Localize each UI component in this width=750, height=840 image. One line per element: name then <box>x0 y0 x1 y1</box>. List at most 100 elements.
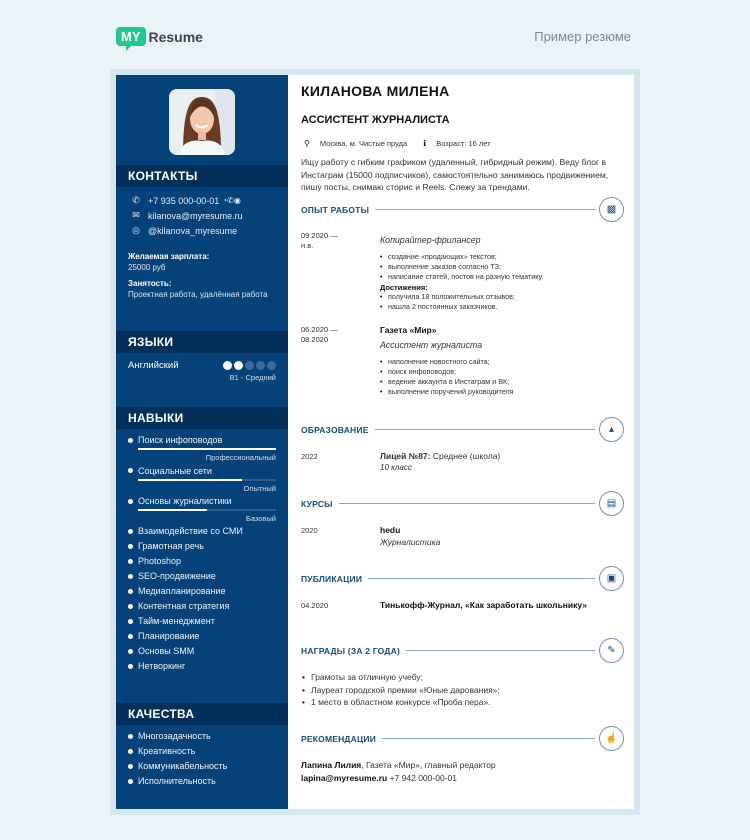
divider <box>406 650 595 651</box>
document-icon: ▤ <box>599 491 624 516</box>
contact-email[interactable]: ✉ kilanova@myresume.ru <box>130 210 242 221</box>
profile-photo <box>169 89 235 155</box>
skill-name: SEO-продвижение <box>138 571 216 581</box>
quality-name: Многозадачность <box>138 731 211 741</box>
bullet-icon <box>128 618 133 624</box>
main-content: КИЛАНОВА МИЛЕНА АССИСТЕНТ ЖУРНАЛИСТА ⚲ М… <box>288 75 634 809</box>
education-title: ОБРАЗОВАНИЕ <box>301 424 369 435</box>
publications-title: ПУБЛИКАЦИИ <box>301 573 363 584</box>
summary-text: Ищу работу с гибким графиком (удаленный,… <box>301 157 609 192</box>
bullet-icon <box>128 558 133 564</box>
skill-item: Тайм-менеджмент <box>128 616 215 626</box>
person-icon: ℹ <box>423 139 427 148</box>
skill-name: Контентная стратегия <box>138 601 230 611</box>
duty-item: выполнение заказов согласно ТЗ; <box>380 262 620 272</box>
skill-name: Основы журналистики <box>138 496 232 506</box>
candidate-position: АССИСТЕНТ ЖУРНАЛИСТА <box>301 114 450 126</box>
courses-section-header: КУРСЫ ▤ <box>301 491 624 516</box>
briefcase-icon: ▩ <box>599 197 624 222</box>
bullet-icon <box>128 468 133 473</box>
skill-level-bar <box>138 448 276 450</box>
quality-name: Исполнительность <box>138 776 216 786</box>
qualities-heading: КАЧЕСТВА <box>116 703 288 725</box>
divider <box>374 429 595 430</box>
age-text: Возраст: 16 лет <box>436 139 491 148</box>
skill-name: Социальные сети <box>138 465 212 476</box>
award-item: Лауреат городской премии «Юные дарования… <box>301 684 500 697</box>
whatsapp-viber-telegram-icons[interactable]: ◔✆◉ <box>222 196 241 205</box>
reference-phone: +7 942 000-00-01 <box>387 772 457 783</box>
job-1-duties: создание «продающих» текстов;выполнение … <box>380 252 620 282</box>
skill-name: Нетворкинг <box>138 661 186 671</box>
rating-dot <box>223 361 232 370</box>
publication-date: 04.2020 <box>301 601 329 610</box>
skill-name: Грамотная речь <box>138 541 204 551</box>
employment-label: Занятость: <box>128 279 172 288</box>
phone-text: +7 935 000-00-01 <box>148 195 220 206</box>
quality-item: Коммуникабельность <box>128 761 227 771</box>
salary-label: Желаемая зарплата: <box>128 252 210 261</box>
employment-value: Проектная работа, удалённая работа <box>128 290 268 299</box>
bullet-icon <box>128 748 133 754</box>
job-2-dates: 06.2020 — 08.2020 <box>301 325 338 345</box>
job-2: Газета «Мир» Ассистент журналиста наполн… <box>380 325 620 397</box>
reference-email[interactable]: lapina@myresume.ru <box>301 773 387 783</box>
rated-skill: Основы журналистики <box>128 496 232 506</box>
education-section-header: ОБРАЗОВАНИЕ ▴ <box>301 417 624 442</box>
bullet-icon <box>128 778 133 784</box>
rating-dot <box>267 361 276 370</box>
skill-name: Планирование <box>138 631 200 641</box>
quality-name: Коммуникабельность <box>138 761 228 771</box>
bullet-icon <box>128 603 133 609</box>
job-1-role: Копирайтер-фрилансер <box>380 235 481 245</box>
job-2-duties: наполнение новостного сайта;поиск инфопо… <box>380 357 620 397</box>
mail-icon: ✉ <box>132 210 140 220</box>
rated-skill: Социальные сети <box>128 466 212 476</box>
rated-skill: Поиск инфоповодов <box>128 435 222 445</box>
course-org: hedu <box>380 525 401 535</box>
bullet-icon <box>128 633 133 639</box>
job-1-achievements: получила 18 положительных отзывов;нашла … <box>380 292 620 312</box>
publication-name: Тинькофф-Журнал, «Как заработать школьни… <box>380 600 588 610</box>
divider <box>368 578 595 579</box>
job-1-achievements-label: Достижения: <box>380 283 428 292</box>
award-item: Грамоты за отличную учебу; <box>301 671 500 684</box>
bullet-icon <box>128 733 133 739</box>
skill-item: Грамотная речь <box>128 541 204 551</box>
instagram-icon: ◎ <box>132 225 140 235</box>
candidate-name: КИЛАНОВА МИЛЕНА <box>301 83 450 99</box>
book-icon: ▣ <box>599 566 624 591</box>
skill-level-fill <box>138 478 242 481</box>
logo-text: Resume <box>148 28 203 45</box>
skill-level-fill <box>138 509 207 511</box>
skill-name: Взаимодействие со СМИ <box>138 526 243 536</box>
experience-title: ОПЫТ РАБОТЫ <box>301 204 370 215</box>
language-rating <box>223 361 276 370</box>
courses-title: КУРСЫ <box>301 498 333 509</box>
course-entry: hedu Журналистика <box>380 525 620 547</box>
myresume-logo[interactable]: MY Resume <box>116 27 203 51</box>
award-item: 1 место в областном конкурсе «Проба пера… <box>301 696 500 709</box>
education-school: Лицей №87: <box>380 451 431 461</box>
skill-item: Взаимодействие со СМИ <box>128 526 243 536</box>
sample-resume-link[interactable]: Пример резюме <box>534 29 631 44</box>
logo-badge: MY <box>116 27 146 51</box>
achievement-item: нашла 2 постоянных заказчиков. <box>380 302 620 312</box>
skill-item: SEO-продвижение <box>128 571 216 581</box>
graduation-cap-icon: ▴ <box>599 417 624 442</box>
reference-details: , Газета «Мир», главный редактор <box>361 760 496 770</box>
education-year: 2022 <box>301 452 318 461</box>
bullet-icon <box>128 543 133 549</box>
languages-heading: ЯЗЫКИ <box>116 331 288 353</box>
achievement-item: получила 18 положительных отзывов; <box>380 292 620 302</box>
quality-item: Многозадачность <box>128 731 211 741</box>
duty-item: написание статей, постов на разную темат… <box>380 272 620 282</box>
skill-item: Основы SMM <box>128 646 194 656</box>
bullet-icon <box>128 648 133 654</box>
divider <box>382 738 595 739</box>
awards-list: Грамоты за отличную учебу;Лауреат городс… <box>301 671 500 709</box>
duty-item: наполнение новостного сайта; <box>380 357 620 367</box>
contact-phone[interactable]: ✆ +7 935 000-00-01 ◔✆◉ <box>130 195 241 206</box>
contact-instagram[interactable]: ◎ @kilanova_myresume <box>130 225 237 236</box>
duty-item: создание «продающих» текстов; <box>380 252 620 262</box>
